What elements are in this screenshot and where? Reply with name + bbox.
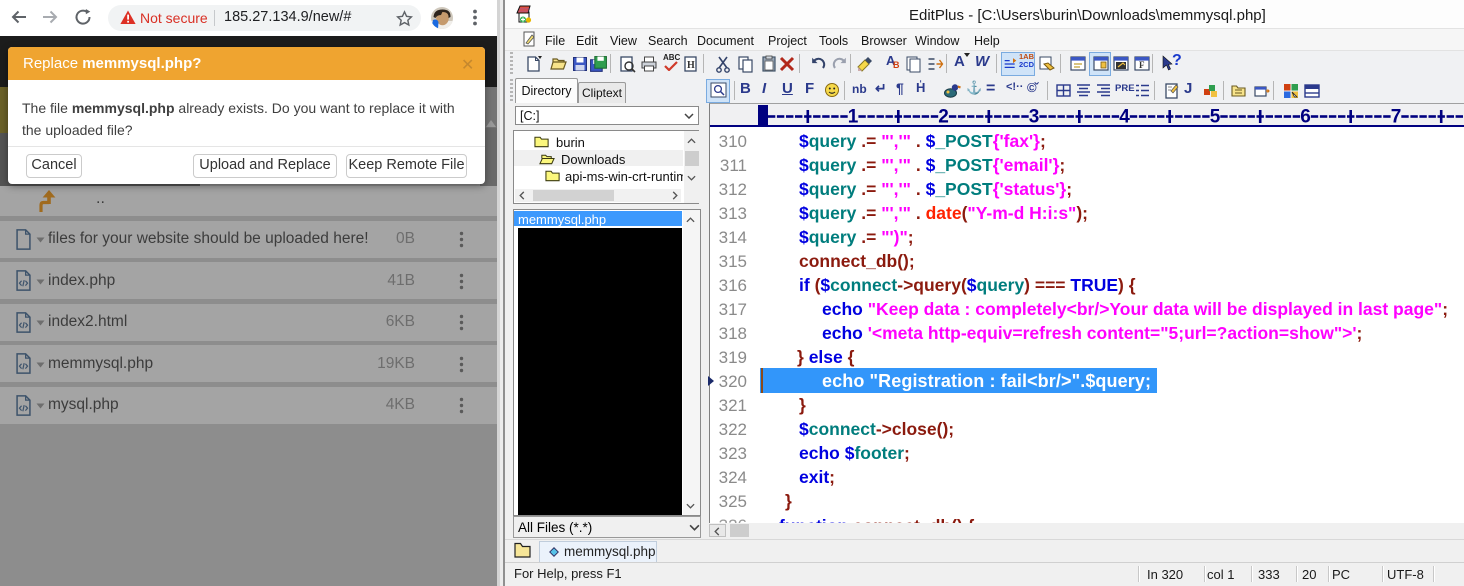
svg-text:6: 6 <box>1300 107 1311 128</box>
svg-text:1: 1 <box>848 107 859 128</box>
svg-text:H: H <box>687 60 695 71</box>
svg-text:2: 2 <box>938 107 949 128</box>
svg-text:4: 4 <box>1119 107 1130 128</box>
svg-text:5: 5 <box>1210 107 1221 128</box>
svg-text:7: 7 <box>1391 107 1402 128</box>
svg-text:F: F <box>1139 60 1145 70</box>
svg-text:3: 3 <box>1029 107 1040 128</box>
